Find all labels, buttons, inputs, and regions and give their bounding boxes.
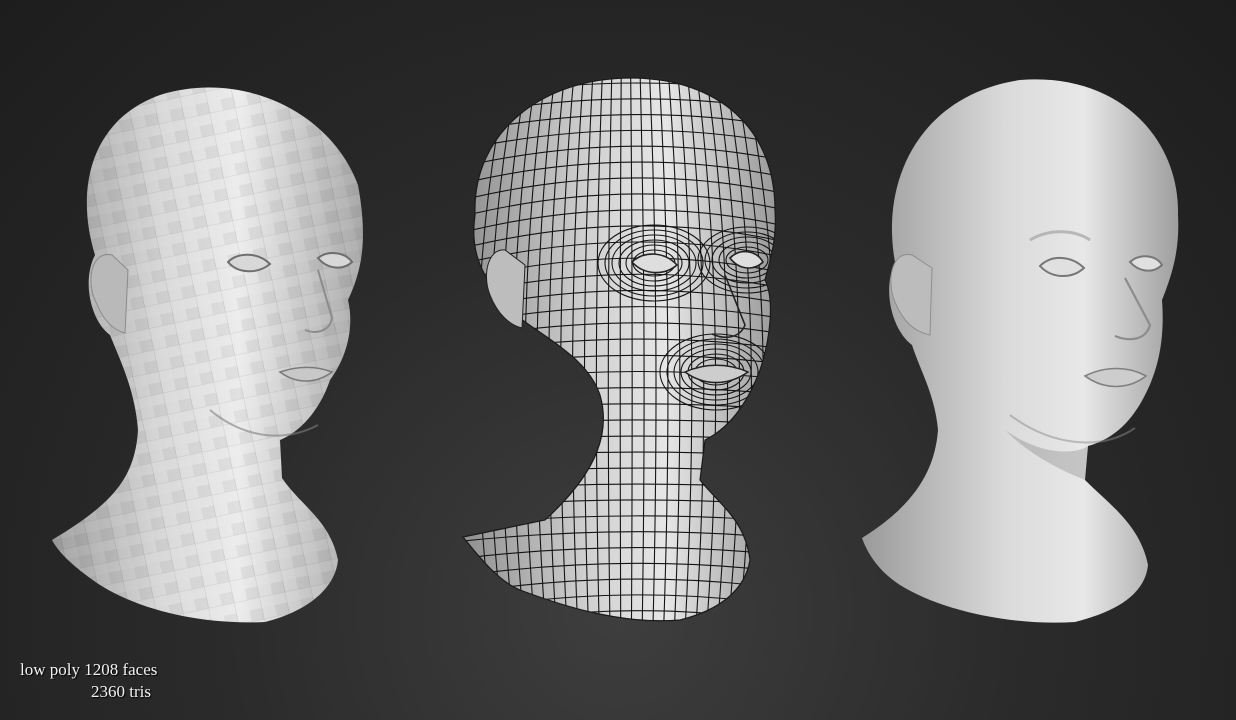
viewport (52, 77, 1179, 623)
caption-tri-count: 2360 tris (91, 682, 151, 701)
wireframe-head (462, 77, 776, 622)
low-poly-head (52, 87, 363, 623)
smooth-head (862, 79, 1179, 623)
caption-face-count: low poly 1208 faces (20, 660, 158, 679)
